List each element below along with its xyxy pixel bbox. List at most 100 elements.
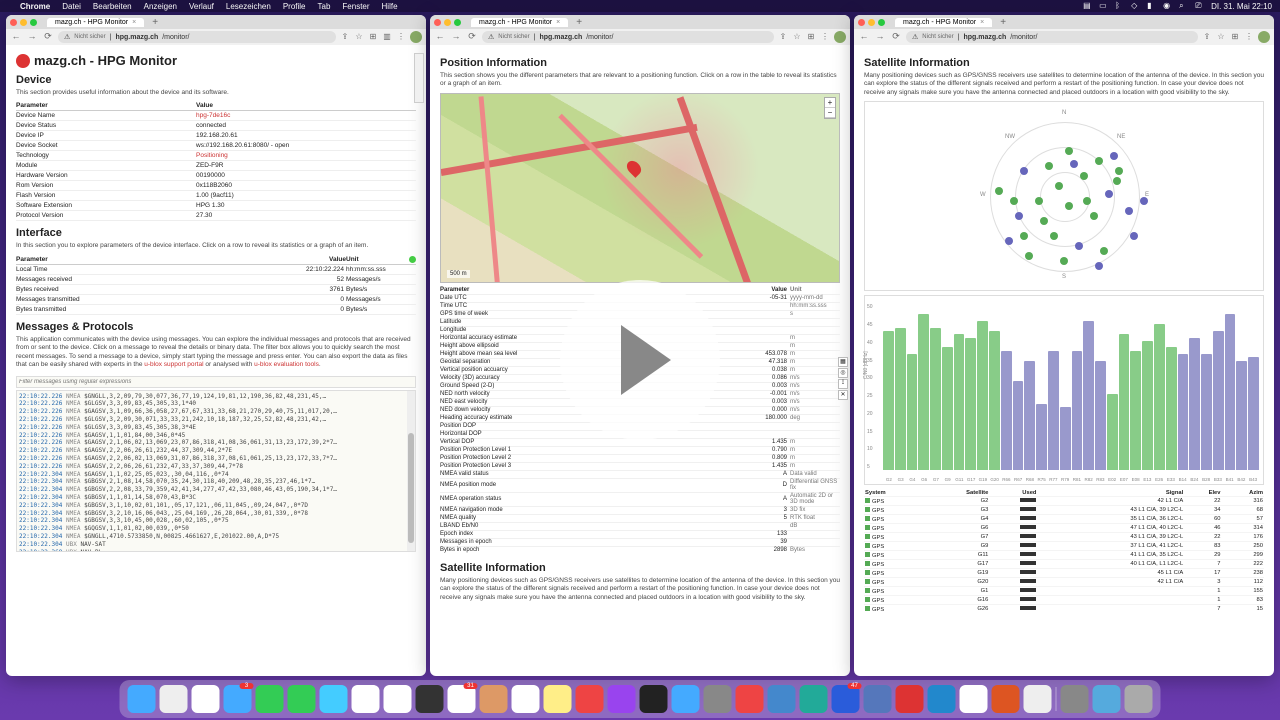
dock-calendar-icon[interactable] bbox=[448, 685, 476, 713]
table-row[interactable]: GPSG343 L1 C/A, 39 L2C-L3468 bbox=[864, 506, 1264, 515]
address-bar[interactable]: ⚠ Nicht sicher | hpg.mazg.ch/monitor/ bbox=[58, 31, 336, 43]
log-line[interactable]: 22:10:22.304 NMEA $GBGSV,3,1,10,02,01,10… bbox=[19, 502, 413, 510]
dock-news-icon[interactable] bbox=[736, 685, 764, 713]
log-line[interactable]: 22:10:22.304 NMEA $GBGSV,2,2,08,33,79,35… bbox=[19, 486, 413, 494]
scrollbar[interactable] bbox=[407, 391, 415, 551]
menu-icon[interactable]: ⋮ bbox=[1244, 32, 1254, 42]
cno-bar-chart[interactable]: C/N0 [dBHz] 5045403530252015105 G2G3G4G6… bbox=[864, 295, 1264, 485]
dock-photos-icon[interactable] bbox=[352, 685, 380, 713]
dock-powerpoint-icon[interactable] bbox=[992, 685, 1020, 713]
address-bar[interactable]: ⚠Nicht sicher| hpg.mazg.ch/monitor/ bbox=[906, 31, 1198, 43]
table-row[interactable]: Software ExtensionHPG 1.30 bbox=[16, 201, 416, 211]
dock-safari-icon[interactable] bbox=[192, 685, 220, 713]
log-line[interactable]: 22:10:22.304 NMEA $GAGSV,1,1,02,25,05,02… bbox=[19, 471, 413, 479]
map-center-button[interactable]: ◎ bbox=[838, 368, 848, 378]
log-line[interactable]: 22:10:22.226 NMEA $GNGLL,3,2,09,79,30,07… bbox=[19, 393, 413, 401]
menu-help[interactable]: Hilfe bbox=[382, 2, 398, 11]
forward-button[interactable]: → bbox=[450, 31, 462, 43]
minimize-window-icon[interactable] bbox=[20, 19, 27, 26]
dock-textedit-icon[interactable] bbox=[1024, 685, 1052, 713]
dock-messages-icon[interactable] bbox=[288, 685, 316, 713]
table-row[interactable]: Rom Version0x118B2060 bbox=[16, 181, 416, 191]
table-row[interactable]: NMEA position modeDDifferential GNSS fix bbox=[440, 478, 840, 492]
close-window-icon[interactable] bbox=[10, 19, 17, 26]
map-recenter-button[interactable]: ⟟ bbox=[838, 379, 848, 389]
menu-view[interactable]: Anzeigen bbox=[144, 2, 177, 11]
dock-maps-icon[interactable] bbox=[320, 685, 348, 713]
browser-tab[interactable]: mazg.ch - HPG Monitor× bbox=[895, 18, 992, 27]
table-row[interactable]: Bytes in epoch2898Bytes bbox=[440, 546, 840, 554]
search-icon[interactable]: ⌕ bbox=[1179, 1, 1189, 11]
video-play-button[interactable] bbox=[560, 280, 720, 440]
stage-manager-icon[interactable]: ▤ bbox=[1083, 1, 1093, 11]
dropbox-icon[interactable]: ◇ bbox=[1131, 1, 1141, 11]
control-center-icon[interactable]: ⎚ bbox=[1195, 1, 1205, 11]
table-row[interactable]: Epoch index133 bbox=[440, 530, 840, 538]
extension-icon[interactable]: ▥ bbox=[382, 32, 392, 42]
maximize-window-icon[interactable] bbox=[878, 19, 885, 26]
log-line[interactable]: 22:10:22.226 NMEA $GLGSV,3,3,09,83,45,30… bbox=[19, 424, 413, 432]
log-line[interactable]: 22:10:22.304 NMEA $GBGSV,3,2,10,16,06,04… bbox=[19, 510, 413, 518]
address-bar[interactable]: ⚠Nicht sicher| hpg.mazg.ch/monitor/ bbox=[482, 31, 774, 43]
log-line[interactable]: 22:10:22.226 NMEA $GAGSV,3,1,09,66,36,05… bbox=[19, 408, 413, 416]
reload-button[interactable]: ⟳ bbox=[466, 31, 478, 43]
new-tab-button[interactable]: + bbox=[996, 17, 1010, 28]
extensions-icon[interactable]: ⊞ bbox=[1230, 32, 1240, 42]
table-row[interactable]: GPSG16183 bbox=[864, 596, 1264, 605]
menu-window[interactable]: Fenster bbox=[342, 2, 369, 11]
back-button[interactable]: ← bbox=[434, 31, 446, 43]
window-controls[interactable] bbox=[858, 19, 885, 26]
dock-contacts-icon[interactable] bbox=[480, 685, 508, 713]
table-row[interactable]: GPSG937 L1 C/A, 41 L2C-L83250 bbox=[864, 542, 1264, 551]
new-tab-button[interactable]: + bbox=[148, 17, 162, 28]
table-row[interactable]: GPSG1945 L1 C/A17238 bbox=[864, 569, 1264, 578]
table-row[interactable]: Messages in epoch39 bbox=[440, 538, 840, 546]
menu-bookmarks[interactable]: Lesezeichen bbox=[226, 2, 271, 11]
dock-trash-icon[interactable] bbox=[1125, 685, 1153, 713]
dock-folder-icon[interactable] bbox=[1093, 685, 1121, 713]
table-row[interactable]: Device Socketws://192.168.20.61:8080/ - … bbox=[16, 141, 416, 151]
dock-acrobat-icon[interactable] bbox=[896, 685, 924, 713]
reload-button[interactable]: ⟳ bbox=[890, 31, 902, 43]
table-row[interactable]: Position Protection Level 31.435m bbox=[440, 462, 840, 470]
back-button[interactable]: ← bbox=[858, 31, 870, 43]
back-button[interactable]: ← bbox=[10, 31, 22, 43]
zoom-out-button[interactable]: − bbox=[825, 108, 835, 118]
dock-tv-icon[interactable] bbox=[640, 685, 668, 713]
message-filter-input[interactable] bbox=[16, 376, 416, 388]
message-log[interactable]: 22:10:22.226 NMEA $GNGLL,3,2,09,79,30,07… bbox=[16, 390, 416, 552]
map-layer-button[interactable]: ▦ bbox=[838, 357, 848, 367]
close-tab-icon[interactable]: × bbox=[980, 19, 984, 26]
close-window-icon[interactable] bbox=[434, 19, 441, 26]
zoom-in-button[interactable]: + bbox=[825, 98, 835, 108]
dock-chrome-icon[interactable] bbox=[960, 685, 988, 713]
log-line[interactable]: 22:10:22.226 NMEA $GAGSV,2,2,06,02,13,06… bbox=[19, 455, 413, 463]
star-icon[interactable]: ☆ bbox=[1216, 32, 1226, 42]
reload-button[interactable]: ⟳ bbox=[42, 31, 54, 43]
close-tab-icon[interactable]: × bbox=[132, 19, 136, 26]
share-icon[interactable]: ⇪ bbox=[1202, 32, 1212, 42]
log-line[interactable]: 22:10:22.226 NMEA $GLGSV,3,2,09,30,071,3… bbox=[19, 416, 413, 424]
log-line[interactable]: 22:10:22.226 NMEA $GAGSV,2,2,06,26,61,23… bbox=[19, 463, 413, 471]
table-row[interactable]: Device Namehpg-7de16c bbox=[16, 111, 416, 121]
table-row[interactable]: GPSG1141 L1 C/A, 35 L2C-L29299 bbox=[864, 551, 1264, 560]
table-row[interactable]: GPSG26715 bbox=[864, 605, 1264, 614]
star-icon[interactable]: ☆ bbox=[792, 32, 802, 42]
table-row[interactable]: LBAND Eb/N0dB bbox=[440, 522, 840, 530]
share-icon[interactable]: ⇪ bbox=[778, 32, 788, 42]
log-line[interactable]: 22:10:22.304 NMEA $GBGSV,1,1,01,14,58,07… bbox=[19, 494, 413, 502]
maximize-window-icon[interactable] bbox=[30, 19, 37, 26]
dock-notes-icon[interactable] bbox=[544, 685, 572, 713]
table-row[interactable]: GPSG743 L1 C/A, 39 L2C-L22176 bbox=[864, 533, 1264, 542]
minimize-window-icon[interactable] bbox=[444, 19, 451, 26]
dock-teams-icon[interactable] bbox=[864, 685, 892, 713]
table-row[interactable]: NMEA navigation mode33D fix bbox=[440, 506, 840, 514]
log-line[interactable]: 22:10:22.226 NMEA $GAGSV,2,2,06,26,61,23… bbox=[19, 447, 413, 455]
menu-history[interactable]: Verlauf bbox=[189, 2, 214, 11]
dock-facetime-icon[interactable] bbox=[256, 685, 284, 713]
browser-tab[interactable]: mazg.ch - HPG Monitor × bbox=[47, 18, 144, 27]
dock-launchpad-icon[interactable] bbox=[160, 685, 188, 713]
star-icon[interactable]: ☆ bbox=[354, 32, 364, 42]
dock-arduino-icon[interactable] bbox=[800, 685, 828, 713]
log-line[interactable]: 22:10:22.369 UBX NAV-PL bbox=[19, 549, 413, 552]
